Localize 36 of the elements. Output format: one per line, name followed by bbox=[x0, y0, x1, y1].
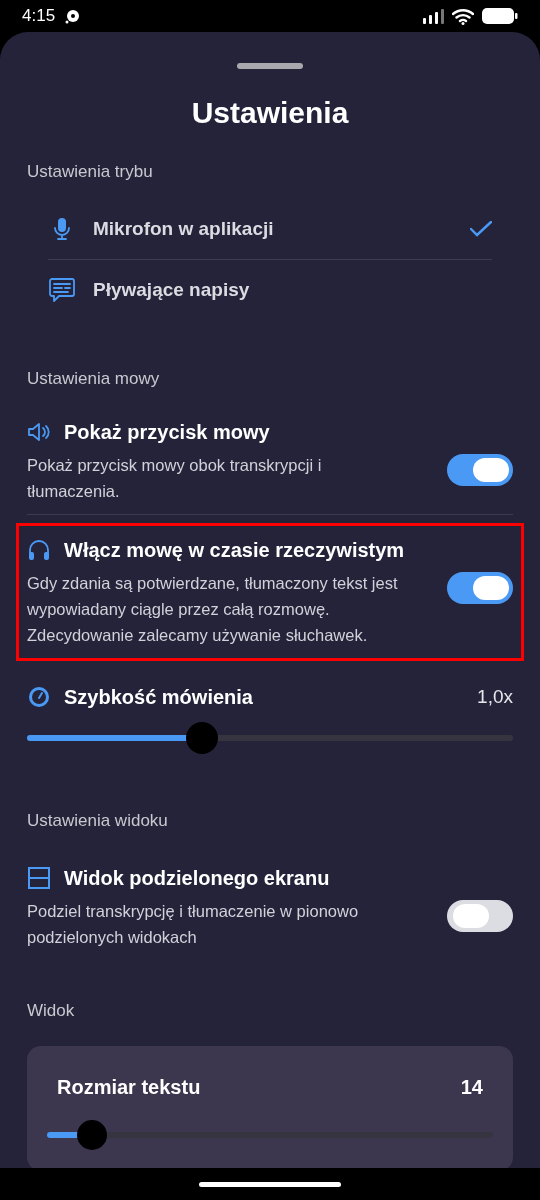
setting-title: Szybkość mówienia bbox=[64, 685, 254, 710]
setting-value: 1,0x bbox=[477, 684, 513, 709]
section-label: Ustawienia widoku bbox=[26, 810, 169, 832]
sheet-title: Ustawienia bbox=[190, 95, 350, 131]
signal-icon bbox=[422, 8, 444, 24]
speedometer-icon bbox=[27, 685, 51, 709]
section-label: Ustawienia trybu bbox=[26, 161, 154, 183]
setting-description: Pokaż przycisk mowy obok transkrypcji i tłumaczenia. bbox=[27, 455, 323, 502]
slider[interactable] bbox=[47, 1119, 493, 1151]
status-time: 4:15 bbox=[22, 5, 56, 28]
home-indicator[interactable] bbox=[199, 1181, 341, 1187]
setting-title: Włącz mowę w czasie rzeczywistym bbox=[64, 538, 405, 563]
mode-option[interactable]: Mikrofon w aplikacji bbox=[48, 199, 492, 259]
headphones-icon bbox=[27, 538, 51, 562]
speaker-icon bbox=[27, 420, 51, 444]
drag-handle[interactable] bbox=[237, 63, 303, 69]
setting-title: Pokaż przycisk mowy bbox=[64, 420, 270, 445]
slider[interactable] bbox=[27, 722, 513, 754]
setting-description: Gdy zdania są potwierdzane, tłumaczony tekst jest wypowiadany ciągle przez całą rozmowę. Zdecydowanie zalecamy używanie słuchawek. bbox=[27, 573, 399, 646]
slider-thumb[interactable] bbox=[76, 1120, 107, 1150]
card-value: 14 bbox=[460, 1075, 483, 1100]
split-view-icon bbox=[27, 866, 51, 890]
slider-thumb[interactable] bbox=[185, 722, 218, 754]
section-label: Ustawienia mowy bbox=[26, 368, 161, 390]
battery-icon bbox=[482, 7, 518, 25]
setting-description: Podziel transkrypcję i tłumaczenie w pionowo podzielonych widokach bbox=[27, 901, 360, 948]
setting-title: Widok podzielonego ekranu bbox=[64, 866, 330, 891]
toggle-switch[interactable] bbox=[447, 454, 513, 486]
wifi-icon bbox=[452, 7, 474, 25]
card-title: Rozmiar tekstu bbox=[57, 1075, 202, 1100]
toggle-switch[interactable] bbox=[447, 900, 513, 932]
section-label: Widok bbox=[26, 1000, 76, 1022]
mode-option[interactable]: Pływające napisy bbox=[48, 260, 492, 320]
toggle-switch[interactable] bbox=[447, 572, 513, 604]
caption-bubble-icon bbox=[48, 277, 76, 303]
microphone-icon bbox=[51, 216, 73, 242]
